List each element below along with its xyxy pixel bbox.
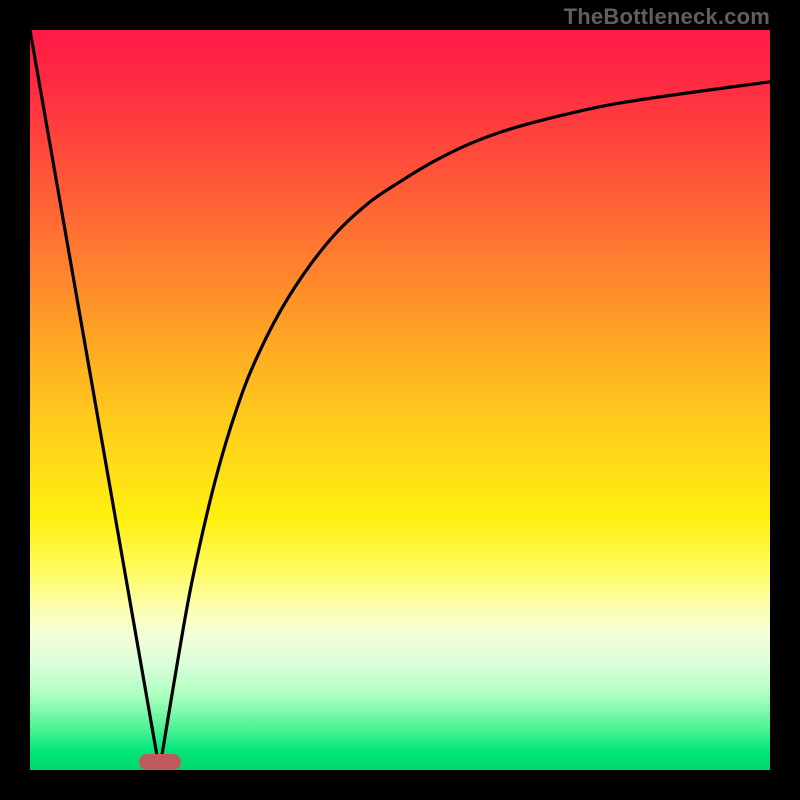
chart-frame: TheBottleneck.com — [0, 0, 800, 800]
curve-layer — [30, 30, 770, 770]
curve-left-slope — [30, 30, 160, 770]
plot-area — [30, 30, 770, 770]
watermark-text: TheBottleneck.com — [564, 4, 770, 30]
curve-right — [160, 82, 771, 770]
bottleneck-marker — [139, 754, 181, 770]
